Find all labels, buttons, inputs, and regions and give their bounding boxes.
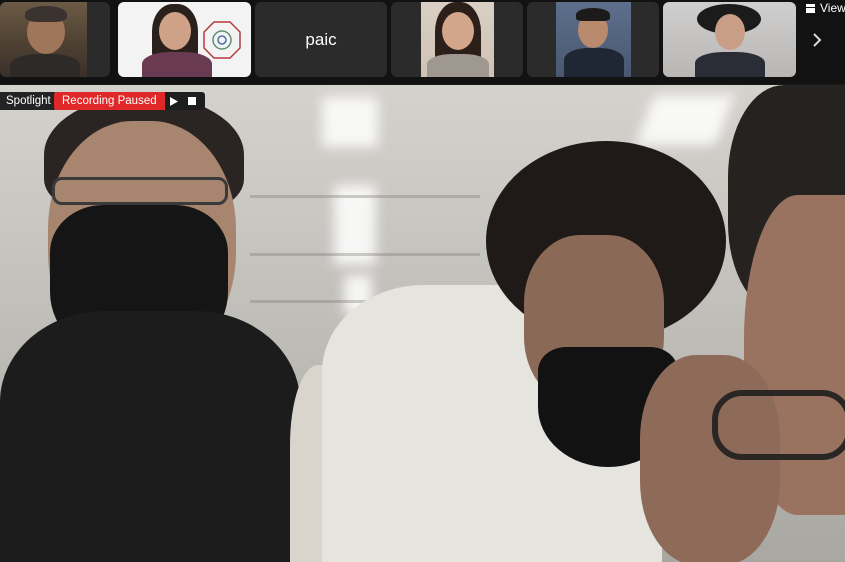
participant-tile[interactable]: paic — [255, 2, 387, 77]
participant-tile[interactable] — [663, 2, 796, 77]
stop-recording-button[interactable] — [183, 92, 201, 110]
participant-video — [0, 2, 87, 77]
participant-name: paic — [305, 29, 337, 49]
participant-video — [118, 2, 251, 77]
play-icon — [169, 96, 178, 106]
view-button[interactable]: View — [802, 0, 845, 16]
resume-recording-button[interactable] — [165, 92, 183, 110]
gallery-strip: paic View — [0, 0, 845, 84]
chevron-right-icon — [813, 33, 822, 47]
spotlight-badge: Spotlight — [0, 92, 57, 110]
view-label: View — [820, 1, 845, 15]
participant-tile[interactable] — [118, 2, 251, 77]
stop-icon — [187, 97, 196, 105]
recording-status-label: Recording Paused — [54, 92, 165, 110]
participant-tile[interactable] — [391, 2, 523, 77]
participant-video — [556, 2, 631, 77]
grid-icon — [806, 3, 815, 13]
recording-status: Recording Paused — [54, 92, 205, 110]
participant-video — [663, 2, 796, 77]
main-video — [0, 85, 845, 562]
spotlight-label: Spotlight — [6, 95, 51, 107]
participant-video — [421, 2, 494, 77]
participant-tile[interactable] — [527, 2, 659, 77]
next-page-button[interactable] — [806, 27, 828, 53]
participant-tile[interactable] — [0, 2, 110, 77]
